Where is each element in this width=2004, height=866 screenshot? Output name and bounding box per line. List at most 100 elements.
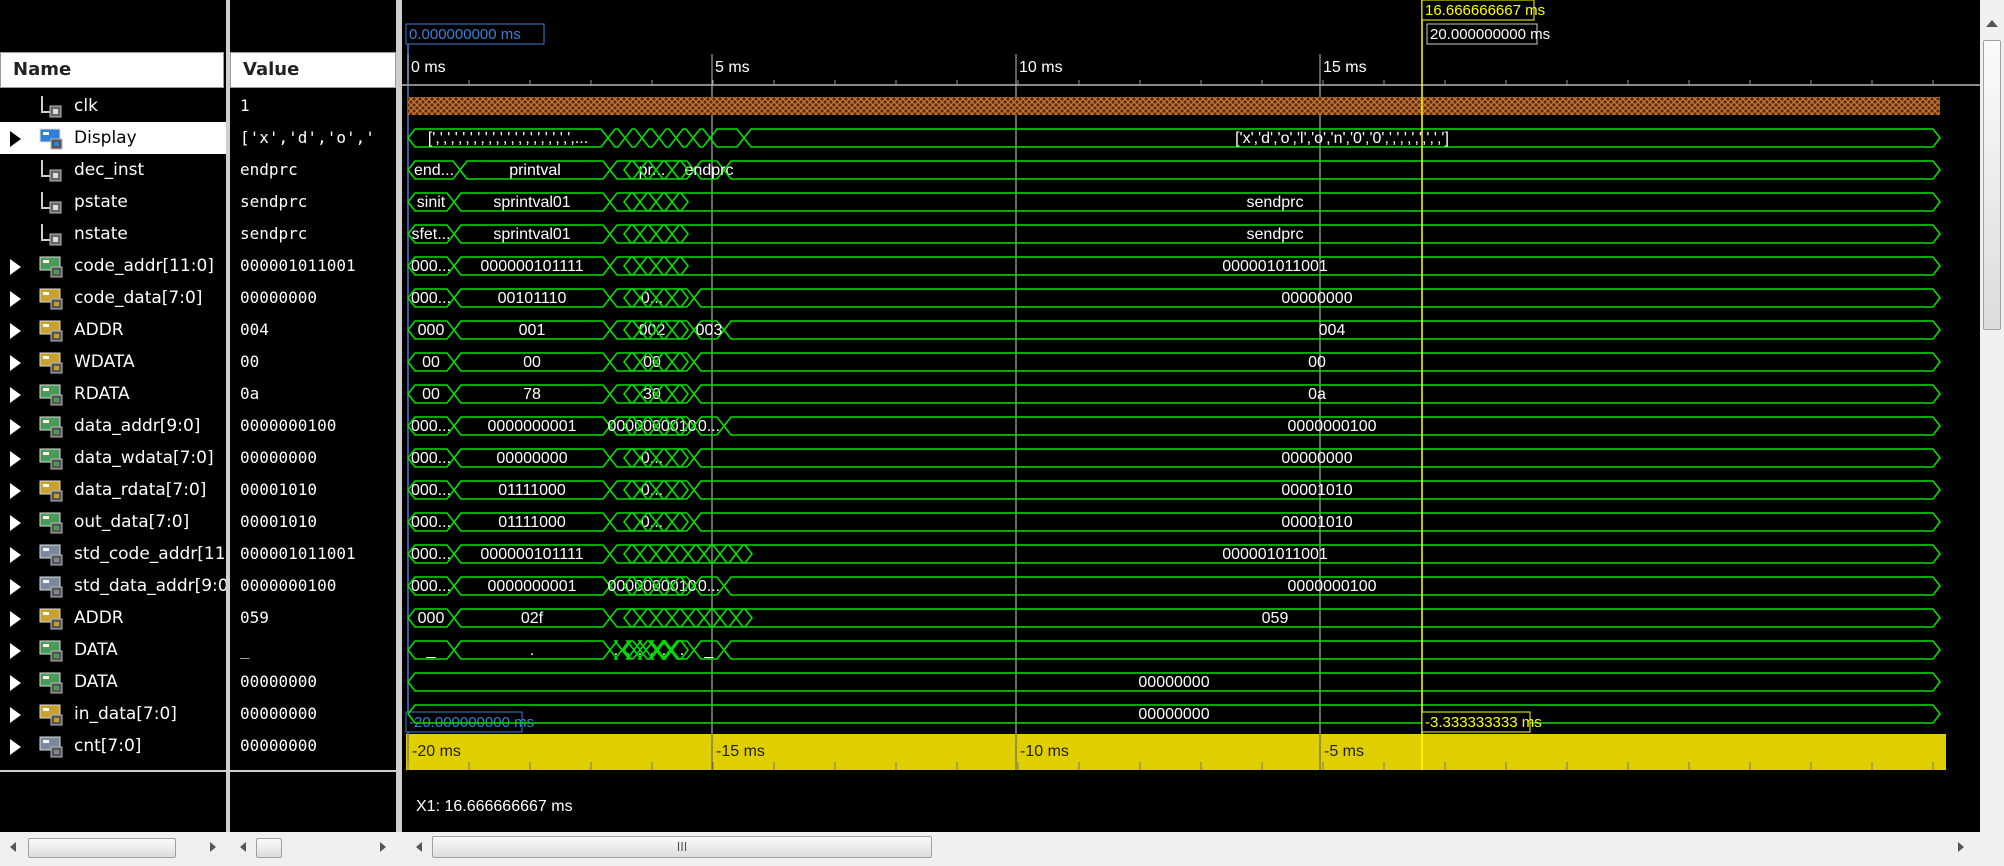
bus-segment: [622, 192, 642, 212]
signal-value: 0000000100: [240, 576, 337, 595]
value-hscroll-thumb[interactable]: [256, 838, 282, 858]
ruler-top-line: [402, 84, 1980, 86]
bus-value-label: sprintval01: [493, 194, 570, 211]
waveform-canvas[interactable]: 0 ms 5 ms 10 ms 15 ms -20 ms -15 ms -10 ms -5 m…: [402, 0, 1980, 832]
bus-signal-icon: [38, 478, 64, 502]
signal-row[interactable]: code_data[7:0]: [0, 282, 226, 314]
signal-value: 00: [240, 352, 260, 371]
bus-value-label: 000: [418, 610, 445, 627]
expand-arrow-icon[interactable]: [10, 579, 21, 595]
expand-arrow-icon[interactable]: [10, 675, 21, 691]
name-scroll-left-arrow-icon[interactable]: [10, 842, 16, 852]
expand-arrow-icon[interactable]: [10, 323, 21, 339]
name-panel-divider: [0, 770, 226, 772]
expand-arrow-icon[interactable]: [10, 547, 21, 563]
signal-row[interactable]: RDATA: [0, 378, 226, 410]
value-column-header[interactable]: Value: [230, 52, 396, 88]
signal-row[interactable]: code_addr[11:0]: [0, 250, 226, 282]
value-scroll-right-arrow-icon[interactable]: [380, 842, 386, 852]
signal-row[interactable]: DATA: [0, 666, 226, 698]
name-scroll-right-arrow-icon[interactable]: [210, 842, 216, 852]
ruler-top-label: 0 ms: [411, 59, 446, 76]
signal-row[interactable]: in_data[7:0]: [0, 698, 226, 730]
bus-segment: [654, 192, 674, 212]
wire-signal-icon: [38, 94, 64, 118]
name-column-header[interactable]: Name: [0, 52, 224, 88]
signal-value: 0000000100: [240, 416, 337, 435]
signal-row[interactable]: pstate: [0, 186, 226, 218]
signal-row[interactable]: DATA: [0, 634, 226, 666]
bus-segment: [670, 544, 690, 564]
bus-segment: [670, 352, 690, 372]
bus-signal-icon: [38, 702, 64, 726]
signal-row[interactable]: out_data[7:0]: [0, 506, 226, 538]
vertical-scroll-thumb[interactable]: [1983, 40, 2001, 330]
expand-arrow-icon[interactable]: [10, 259, 21, 275]
bus-value-label: 000...: [411, 578, 451, 595]
expand-arrow-icon[interactable]: [10, 483, 21, 499]
bus-segment: [670, 288, 690, 308]
ruler-bottom-label: -10 ms: [1020, 743, 1069, 760]
expand-arrow-icon[interactable]: [10, 515, 21, 531]
bus-value-label: end...: [414, 162, 454, 179]
ruler-bottom-label: -5 ms: [1324, 743, 1364, 760]
expand-arrow-icon[interactable]: [10, 611, 21, 627]
expand-arrow-icon[interactable]: [10, 291, 21, 307]
wire-signal-icon: [38, 190, 64, 214]
signal-row[interactable]: clk: [0, 90, 226, 122]
signal-row[interactable]: WDATA: [0, 346, 226, 378]
signal-row[interactable]: ADDR: [0, 602, 226, 634]
bus-signal-icon: [38, 510, 64, 534]
signal-row[interactable]: Display: [0, 122, 226, 154]
name-hscroll-thumb[interactable]: [28, 838, 176, 858]
bus-segment: [606, 128, 627, 148]
bus-value-label: 000...: [411, 258, 451, 275]
bus-value-label: 00001010: [1281, 514, 1352, 531]
signal-row[interactable]: data_addr[9:0]: [0, 410, 226, 442]
bus-value-label: 00: [422, 354, 440, 371]
scroll-up-arrow-icon[interactable]: [1986, 20, 1998, 27]
expand-arrow-icon[interactable]: [10, 739, 21, 755]
bus-value-label: 059: [1262, 610, 1289, 627]
signal-value: _: [240, 640, 250, 659]
expand-arrow-icon[interactable]: [10, 451, 21, 467]
expand-arrow-icon[interactable]: [10, 643, 21, 659]
signal-row[interactable]: std_code_addr[11:: [0, 538, 231, 570]
signal-row[interactable]: data_wdata[7:0]: [0, 442, 226, 474]
signal-row[interactable]: cnt[7:0]: [0, 730, 226, 762]
wave-scroll-right-arrow-icon[interactable]: [1958, 842, 1964, 852]
bus-segment: [654, 224, 674, 244]
signal-value: 000001011001: [240, 256, 356, 275]
signal-value: sendprc: [240, 192, 308, 211]
end-marker-label: 20.000000000 ms: [1430, 26, 1550, 43]
bus-value-label: 000001011001: [1222, 258, 1328, 275]
wave-scroll-left-arrow-icon[interactable]: [416, 842, 422, 852]
waveform-panel[interactable]: 0 ms 5 ms 10 ms 15 ms -20 ms -15 ms -10 ms -5 m…: [402, 0, 1980, 832]
expand-arrow-icon[interactable]: [10, 355, 21, 371]
bus-signal-icon: [38, 318, 64, 342]
value-scroll-left-arrow-icon[interactable]: [240, 842, 246, 852]
expand-arrow-icon[interactable]: [10, 131, 21, 147]
signal-value: 0a: [240, 384, 260, 403]
bus-signal-icon: [38, 254, 64, 278]
start-marker-label: 0.000000000 ms: [409, 26, 521, 43]
signal-row[interactable]: dec_inst: [0, 154, 226, 186]
bus-value-label: 01111000: [498, 482, 566, 499]
expand-arrow-icon[interactable]: [10, 707, 21, 723]
bus-segment: [622, 320, 642, 340]
bus-segment: [657, 128, 678, 148]
bus-value-label: 0a: [1308, 386, 1326, 403]
signal-row[interactable]: data_rdata[7:0]: [0, 474, 226, 506]
signal-row[interactable]: std_data_addr[9:0]: [0, 570, 235, 602]
bus-segment: [638, 256, 658, 276]
bus-value-label: sendprc: [1247, 194, 1304, 211]
signal-row[interactable]: ADDR: [0, 314, 226, 346]
bus-value-label: 0000000100: [1288, 418, 1377, 435]
expand-arrow-icon[interactable]: [10, 387, 21, 403]
vertical-scrollbar[interactable]: [1980, 0, 2004, 832]
value-panel-divider: [230, 770, 396, 772]
expand-arrow-icon[interactable]: [10, 419, 21, 435]
signal-row[interactable]: nstate: [0, 218, 226, 250]
bus-segment: [718, 608, 738, 628]
wave-hscroll-thumb[interactable]: III: [432, 836, 932, 858]
